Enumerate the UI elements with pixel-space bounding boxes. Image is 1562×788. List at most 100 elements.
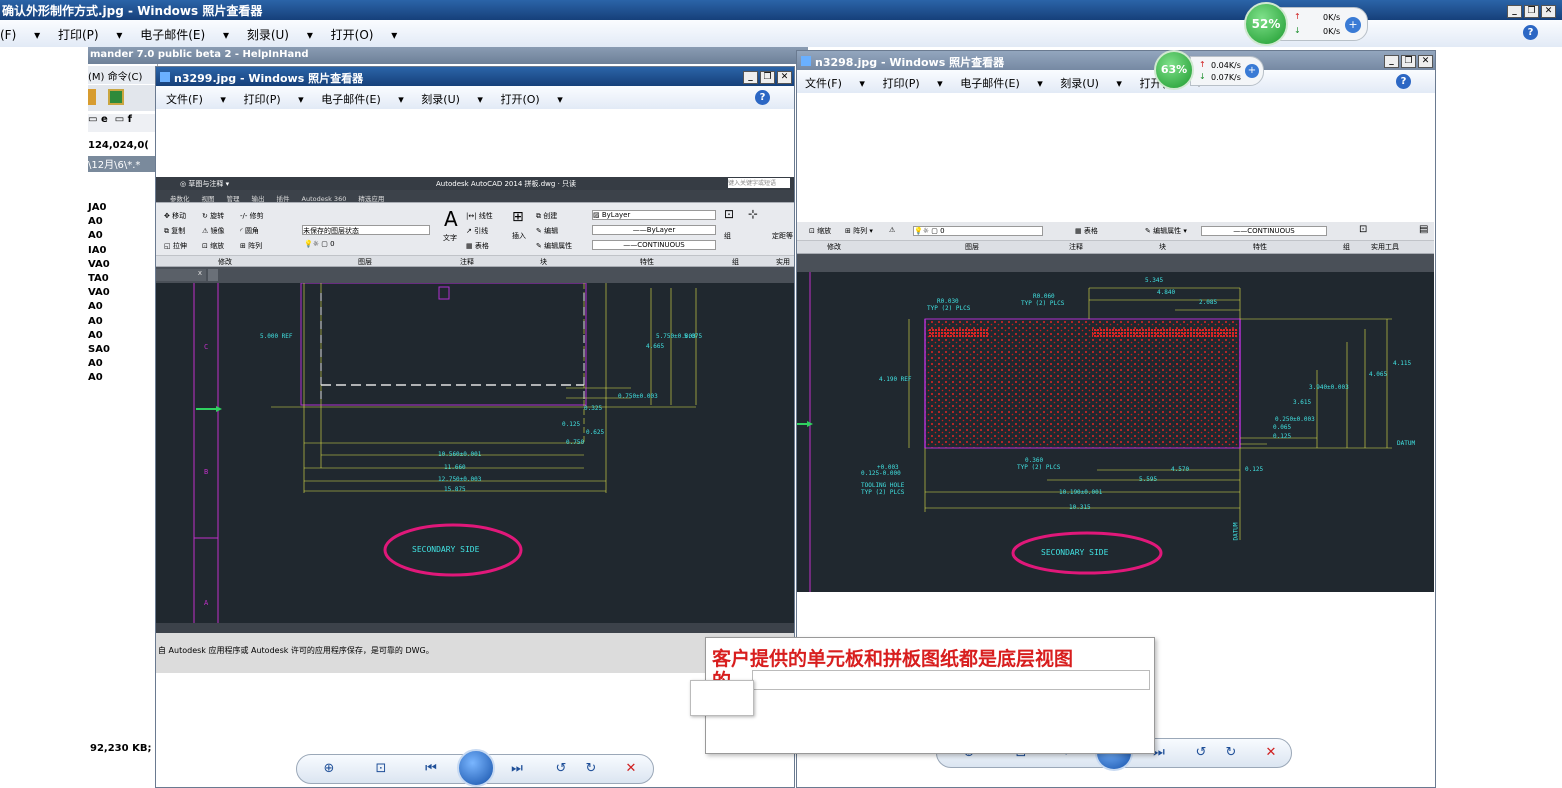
zoom-icon[interactable]: ⊕ <box>319 759 339 779</box>
panel-layer[interactable]: 图层 <box>965 242 979 252</box>
image-icon[interactable] <box>108 89 124 105</box>
tab-plugin[interactable]: 插件 <box>277 195 290 202</box>
back-menu-1[interactable]: (M) <box>88 72 104 83</box>
panel-block[interactable]: 块 <box>1159 242 1166 252</box>
menu-print[interactable]: 打印(P) ▾ <box>243 93 303 106</box>
list-item[interactable]: JA0 <box>88 202 154 216</box>
rotate-ccw-icon[interactable]: ↺ <box>551 759 571 779</box>
back-menu-2[interactable]: 命令(C) <box>108 72 143 83</box>
group-icon[interactable]: ⊡ <box>1359 224 1367 235</box>
lineweight-select[interactable]: ——CONTINUOUS <box>1201 226 1327 236</box>
menu-email[interactable]: 电子邮件(E) ▾ <box>321 93 404 106</box>
rotate-cw-icon[interactable]: ↻ <box>581 759 601 779</box>
scale-tool[interactable]: ⊡ 缩放 <box>202 241 224 251</box>
table-tool[interactable]: ▦ 表格 <box>1075 226 1098 236</box>
list-item[interactable]: A0 <box>88 301 154 315</box>
rotate-ccw-icon[interactable]: ↺ <box>1191 743 1211 763</box>
edit-block-tool[interactable]: ✎ 编辑 <box>536 226 558 236</box>
delete-icon[interactable]: ✕ <box>621 759 641 779</box>
scale-tool[interactable]: ⊡ 缩放 <box>809 226 831 236</box>
tab-view[interactable]: 视图 <box>202 195 215 202</box>
menu-email[interactable]: 电子邮件(E) ▾ <box>960 77 1043 90</box>
menu-file[interactable]: 文件(F) ▾ <box>805 77 865 90</box>
panel-group[interactable]: 组 <box>1343 242 1350 252</box>
prev-icon[interactable]: ⏮ <box>421 759 441 779</box>
close-button[interactable]: ✕ <box>1418 55 1433 68</box>
tab-manage[interactable]: 管理 <box>227 195 240 202</box>
tab-output[interactable]: 输出 <box>252 195 265 202</box>
menu-file[interactable]: (F) ▾ <box>0 28 40 42</box>
tab-param[interactable]: 参数化 <box>170 195 190 202</box>
lineweight-select[interactable]: ——CONTINUOUS <box>592 240 716 250</box>
panel-annotate[interactable]: 注释 <box>460 257 474 266</box>
list-item[interactable]: SA0 <box>88 344 154 358</box>
color-select[interactable]: ▨ ByLayer <box>592 210 716 220</box>
panel-modify[interactable]: 修改 <box>218 257 232 266</box>
measure-icon[interactable]: ▤ <box>1419 224 1428 235</box>
list-item[interactable]: VA0 <box>88 287 154 301</box>
list-item[interactable]: VA0 <box>88 259 154 273</box>
restore-button[interactable]: ❐ <box>1524 5 1539 18</box>
new-tab-icon[interactable] <box>208 269 218 281</box>
workspace-select[interactable]: ◎ 草图与注释 ▾ <box>180 180 229 188</box>
menu-print[interactable]: 打印(P) ▾ <box>58 28 122 42</box>
plus-icon[interactable]: + <box>1245 64 1259 78</box>
edit-attr-tool[interactable]: ✎ 编辑属性 <box>536 241 572 251</box>
panel-layer[interactable]: 图层 <box>358 257 372 266</box>
text-icon[interactable]: A <box>444 207 458 231</box>
toolbar-icon[interactable] <box>88 89 96 105</box>
list-item[interactable]: A0 <box>88 216 154 230</box>
drive-e-icon[interactable]: ▭ e <box>88 114 108 125</box>
menu-print[interactable]: 打印(P) ▾ <box>882 77 942 90</box>
drive-f-icon[interactable]: ▭ f <box>115 114 132 125</box>
help-icon[interactable]: ? <box>1523 25 1538 40</box>
panel-block[interactable]: 块 <box>540 257 547 266</box>
fit-icon[interactable]: ⊡ <box>371 759 391 779</box>
help-icon[interactable]: ? <box>1396 74 1411 89</box>
tab-apps[interactable]: 精选应用 <box>358 195 384 202</box>
panel-properties[interactable]: 特性 <box>640 257 654 266</box>
linetype-select[interactable]: ——ByLayer <box>592 225 716 235</box>
layer-state-select[interactable]: 未保存的图层状态 <box>302 225 430 235</box>
move-tool[interactable]: ✥ 移动 <box>164 211 186 221</box>
list-item[interactable]: A0 <box>88 316 154 330</box>
array-tool[interactable]: ⊞ 阵列 <box>240 241 262 251</box>
doc-tab-close[interactable]: x <box>156 269 206 281</box>
panel-utilities[interactable]: 实用 <box>776 257 790 266</box>
create-block-tool[interactable]: ⧉ 创建 <box>536 211 557 221</box>
list-item[interactable]: IA0 <box>88 245 154 259</box>
list-item[interactable]: A0 <box>88 372 154 386</box>
copy-tool[interactable]: ⧉ 复制 <box>164 226 185 236</box>
panel-group[interactable]: 组 <box>732 257 739 266</box>
menu-burn[interactable]: 刻录(U) ▾ <box>1060 77 1122 90</box>
minimize-button[interactable]: _ <box>1507 5 1522 18</box>
menu-open[interactable]: 打开(O) ▾ <box>331 28 398 42</box>
menu-burn[interactable]: 刻录(U) ▾ <box>421 93 483 106</box>
fillet-tool[interactable]: ◜ 圆角 <box>240 226 259 236</box>
panel-properties[interactable]: 特性 <box>1253 242 1267 252</box>
minimize-button[interactable]: _ <box>743 71 758 84</box>
panel-modify[interactable]: 修改 <box>827 242 841 252</box>
slideshow-button[interactable] <box>457 749 495 787</box>
restore-button[interactable]: ❐ <box>760 71 775 84</box>
close-button[interactable]: ✕ <box>1541 5 1556 18</box>
next-icon[interactable]: ⏭ <box>507 759 527 779</box>
list-item[interactable]: A0 <box>88 358 154 372</box>
layer-select[interactable]: 💡☼ ▢ 0 <box>913 226 1043 236</box>
stretch-tool[interactable]: ◱ 拉伸 <box>164 241 187 251</box>
trim-tool[interactable]: -/- 修剪 <box>240 211 264 221</box>
tab-a360[interactable]: Autodesk 360 <box>302 195 347 202</box>
close-button[interactable]: ✕ <box>777 71 792 84</box>
cad-scrollbar[interactable] <box>156 623 794 633</box>
restore-button[interactable]: ❐ <box>1401 55 1416 68</box>
plus-icon[interactable]: + <box>1345 17 1361 33</box>
edit-attr-tool[interactable]: ✎ 编辑属性 ▾ <box>1145 226 1187 236</box>
linear-dim-tool[interactable]: |↔| 线性 <box>466 211 493 221</box>
group-icon[interactable]: ⊡ <box>724 207 734 221</box>
leader-tool[interactable]: ↗ 引线 <box>466 226 488 236</box>
array-tool[interactable]: ⊞ 阵列 ▾ <box>845 226 873 236</box>
panel-annotate[interactable]: 注释 <box>1069 242 1083 252</box>
minimize-button[interactable]: _ <box>1384 55 1399 68</box>
menu-file[interactable]: 文件(F) ▾ <box>166 93 226 106</box>
mirror-tool[interactable]: ⚠ 镜像 <box>202 226 225 236</box>
